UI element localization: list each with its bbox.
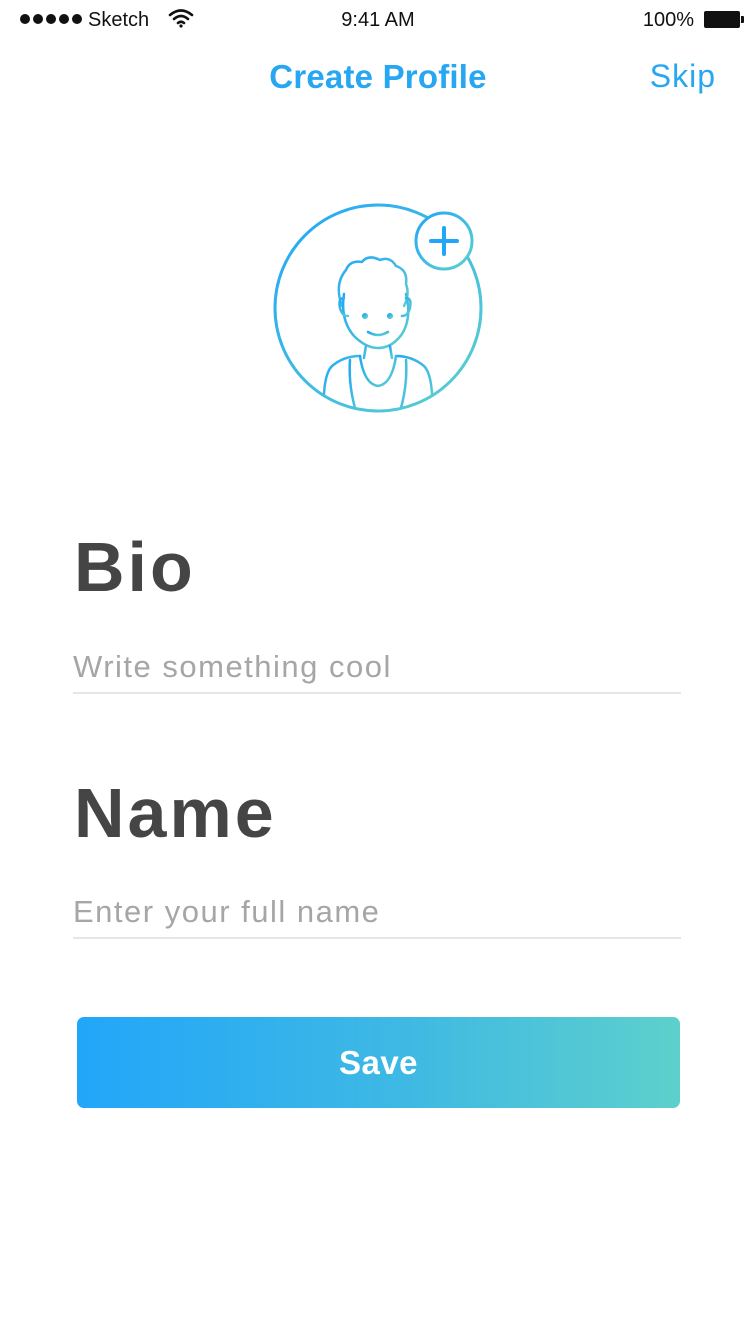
bio-input[interactable] <box>73 642 681 694</box>
bio-label: Bio <box>74 528 196 606</box>
page-title: Create Profile <box>269 58 487 95</box>
name-label: Name <box>74 774 277 852</box>
user-avatar-icon <box>273 203 483 413</box>
battery-percentage: 100% <box>642 9 694 31</box>
name-input[interactable] <box>73 887 681 939</box>
status-bar: Sketch 9:41 AM 100% <box>0 0 756 42</box>
battery-icon <box>704 11 744 28</box>
skip-button[interactable]: Skip <box>650 58 716 95</box>
save-button[interactable]: Save <box>77 1017 680 1108</box>
avatar-picker[interactable] <box>268 198 488 418</box>
